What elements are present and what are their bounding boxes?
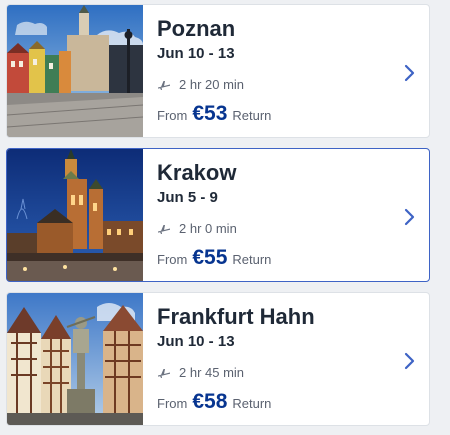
chevron-right-icon[interactable] (403, 63, 417, 83)
flight-deals-list: Poznan Jun 10 - 13 2 hr 20 min From €53 … (0, 0, 450, 435)
fare-price: €53 (192, 102, 228, 125)
price-row: From €53 Return (157, 102, 271, 126)
price-row: From €55 Return (157, 246, 271, 270)
destination-city: Krakow (157, 160, 237, 185)
fare-price: €55 (192, 246, 228, 269)
duration-text: 2 hr 0 min (179, 221, 237, 236)
chevron-right-icon[interactable] (403, 207, 417, 227)
travel-dates: Jun 10 - 13 (157, 45, 235, 62)
destination-photo-frankfurt-hahn (7, 293, 143, 425)
duration-text: 2 hr 45 min (179, 365, 245, 380)
plane-icon (157, 223, 171, 235)
flight-info: Poznan Jun 10 - 13 2 hr 20 min From €53 … (157, 5, 399, 137)
from-label: From (157, 108, 188, 123)
travel-dates: Jun 5 - 9 (157, 189, 218, 206)
from-label: From (157, 396, 188, 411)
trip-type: Return (232, 396, 272, 411)
flight-card-poznan[interactable]: Poznan Jun 10 - 13 2 hr 20 min From €53 … (6, 4, 430, 138)
duration-text: 2 hr 20 min (179, 77, 245, 92)
travel-dates: Jun 10 - 13 (157, 333, 235, 350)
chevron-right-icon[interactable] (403, 351, 417, 371)
plane-icon (157, 79, 171, 91)
flight-card-krakow[interactable]: Krakow Jun 5 - 9 2 hr 0 min From €55 Ret… (6, 148, 430, 282)
plane-icon (157, 367, 171, 379)
flight-duration: 2 hr 20 min (157, 77, 244, 92)
destination-photo-krakow (7, 149, 143, 281)
from-label: From (157, 252, 188, 267)
price-row: From €58 Return (157, 390, 271, 414)
destination-city: Poznan (157, 16, 236, 41)
trip-type: Return (232, 252, 272, 267)
fare-price: €58 (192, 390, 228, 413)
flight-info: Frankfurt Hahn Jun 10 - 13 2 hr 45 min F… (157, 293, 399, 425)
flight-duration: 2 hr 45 min (157, 365, 244, 380)
trip-type: Return (232, 108, 272, 123)
flight-info: Krakow Jun 5 - 9 2 hr 0 min From €55 Ret… (157, 149, 399, 281)
flight-duration: 2 hr 0 min (157, 221, 237, 236)
destination-photo-poznan (7, 5, 143, 137)
destination-city: Frankfurt Hahn (157, 304, 315, 329)
flight-card-frankfurt-hahn[interactable]: Frankfurt Hahn Jun 10 - 13 2 hr 45 min F… (6, 292, 430, 426)
